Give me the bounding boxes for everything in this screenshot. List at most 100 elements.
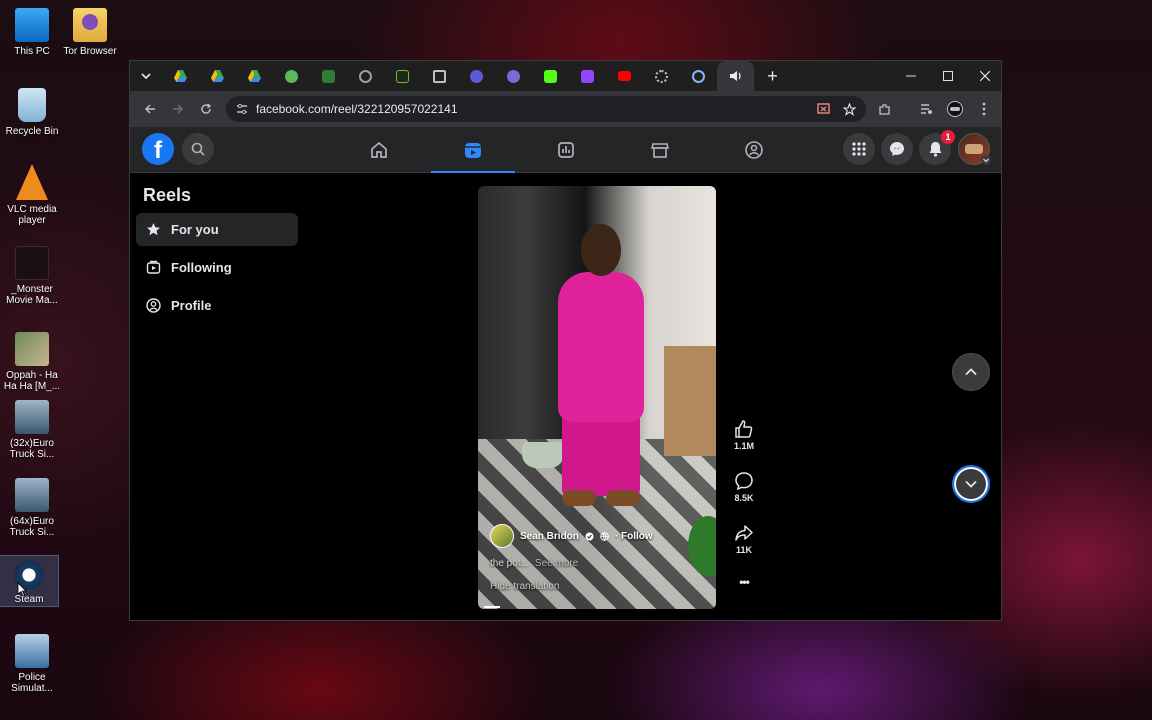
desktop-icon-label: Recycle Bin	[5, 126, 59, 137]
desktop-icon-steam[interactable]: Steam	[0, 555, 59, 607]
more-options-button[interactable]: •••	[731, 575, 757, 589]
hide-translation-link[interactable]: Hide translation	[490, 581, 559, 592]
desktop-icon-label: (64x)Euro Truck Si...	[9, 516, 55, 538]
notifications-button[interactable]: 1	[919, 130, 955, 165]
like-button[interactable]: 1.1M	[731, 419, 757, 451]
bell-icon	[929, 142, 941, 157]
tab-active-facebook[interactable]	[717, 61, 754, 91]
desktop-icon-this-pc[interactable]: This PC	[0, 8, 64, 57]
forward-button[interactable]	[164, 95, 192, 123]
previous-reel-button[interactable]	[952, 353, 990, 391]
next-reel-button[interactable]	[952, 465, 990, 503]
tab-link[interactable]	[347, 61, 384, 91]
site-settings-icon	[237, 103, 247, 115]
back-button[interactable]	[136, 95, 164, 123]
share-button[interactable]: 11K	[731, 523, 757, 555]
profile-avatar-icon	[947, 101, 963, 117]
tab-twitch[interactable]	[569, 61, 606, 91]
browser-menu-button[interactable]	[970, 95, 998, 123]
truck-icon	[15, 400, 49, 434]
author-avatar[interactable]	[490, 524, 514, 548]
desktop-icon-label: Oppah - Ha Ha Ha [M_...	[3, 370, 61, 392]
leaf-icon	[396, 69, 409, 83]
desktop-icon-recycle-bin[interactable]: Recycle Bin	[0, 88, 64, 137]
account-button[interactable]	[958, 133, 991, 165]
nav-tab-home[interactable]	[337, 127, 421, 173]
screen-icon	[433, 69, 446, 83]
sidebar-item-label: Following	[171, 260, 232, 275]
address-bar[interactable]: facebook.com/reel/322120957022141	[226, 96, 866, 122]
menu-grid-button[interactable]	[843, 133, 875, 165]
cast-button[interactable]	[812, 98, 834, 120]
tab-loading[interactable]	[643, 61, 680, 91]
desktop-icon-euro-truck-32[interactable]: (32x)Euro Truck Si...	[0, 400, 64, 460]
sidebar-item-for-you[interactable]: For you	[136, 213, 298, 246]
tab-app-1[interactable]	[458, 61, 495, 91]
grid-icon	[852, 142, 866, 156]
omnibox-actions	[812, 98, 860, 120]
reload-button[interactable]	[192, 95, 220, 123]
new-tab-button[interactable]: +	[754, 61, 791, 91]
desktop-icon-vlc[interactable]: VLC media player	[0, 164, 64, 226]
tab-link-off[interactable]	[680, 61, 717, 91]
app-icon	[507, 69, 520, 83]
nav-tab-marketplace[interactable]	[618, 127, 702, 173]
video-progress-bar[interactable]	[484, 606, 500, 608]
comment-icon	[735, 472, 753, 491]
sidebar-item-profile[interactable]: Profile	[136, 289, 298, 322]
desktop-icon-police-simulator[interactable]: Police Simulat...	[0, 634, 64, 694]
tab-search-button[interactable]	[130, 61, 162, 91]
sidebar-item-following[interactable]: Following	[136, 251, 298, 284]
mouse-cursor-icon	[17, 582, 27, 597]
nav-tab-groups[interactable]	[712, 127, 796, 173]
kebab-menu-icon	[982, 102, 986, 116]
facebook-search-button[interactable]	[182, 133, 214, 165]
desktop-icon-oppah[interactable]: Oppah - Ha Ha Ha [M_...	[0, 332, 64, 392]
groups-icon	[745, 141, 763, 159]
tab-st[interactable]	[310, 61, 347, 91]
comment-button[interactable]: 8.5K	[731, 471, 757, 503]
see-more-link[interactable]: See more	[535, 558, 578, 569]
desktop-icon-monster-movie[interactable]: _Monster Movie Ma...	[0, 246, 64, 306]
close-window-button[interactable]	[966, 61, 1001, 91]
nav-tab-marketplace-stats[interactable]	[524, 127, 608, 173]
globe-icon	[600, 531, 609, 541]
profile-button[interactable]	[941, 95, 969, 123]
caption-text: the pot...	[490, 558, 529, 569]
nav-tab-reels[interactable]	[431, 127, 515, 174]
extensions-button[interactable]	[870, 95, 898, 123]
tab-app-2[interactable]	[495, 61, 532, 91]
search-icon	[191, 142, 205, 156]
media-playlist-icon	[920, 104, 932, 114]
maximize-button[interactable]	[929, 61, 966, 91]
tab-screen[interactable]	[421, 61, 458, 91]
truck-icon	[15, 478, 49, 512]
tab-drive-2[interactable]	[199, 61, 236, 91]
chevron-up-icon	[965, 368, 977, 376]
twitch-icon	[581, 69, 594, 83]
arrow-left-icon	[144, 104, 155, 114]
star-outline-icon	[842, 102, 856, 116]
minimize-button[interactable]	[892, 61, 929, 91]
like-count: 1.1M	[733, 441, 754, 451]
messenger-button[interactable]	[881, 133, 913, 165]
drive-icon	[174, 70, 187, 82]
follow-button[interactable]: · Follow	[615, 531, 653, 542]
desktop-icon-tor-browser[interactable]: Tor Browser	[58, 8, 122, 57]
tab-youtube[interactable]	[606, 61, 643, 91]
media-controls-button[interactable]	[912, 95, 940, 123]
author-name[interactable]: Sean Bridon	[520, 531, 579, 542]
tab-drive-3[interactable]	[236, 61, 273, 91]
desktop-icon-euro-truck-64[interactable]: (64x)Euro Truck Si...	[0, 478, 64, 538]
arrow-right-icon	[173, 104, 184, 114]
tab-globe[interactable]	[273, 61, 310, 91]
video-thumbnail-icon	[15, 332, 49, 366]
sidebar-item-label: For you	[171, 222, 219, 237]
k-icon	[544, 69, 557, 83]
reel-video[interactable]: Sean Bridon · Follow the pot... See more …	[478, 186, 716, 609]
facebook-logo[interactable]: f	[142, 133, 174, 165]
bookmark-button[interactable]	[838, 98, 860, 120]
tab-leaf[interactable]	[384, 61, 421, 91]
tab-kick[interactable]	[532, 61, 569, 91]
tab-drive-1[interactable]	[162, 61, 199, 91]
